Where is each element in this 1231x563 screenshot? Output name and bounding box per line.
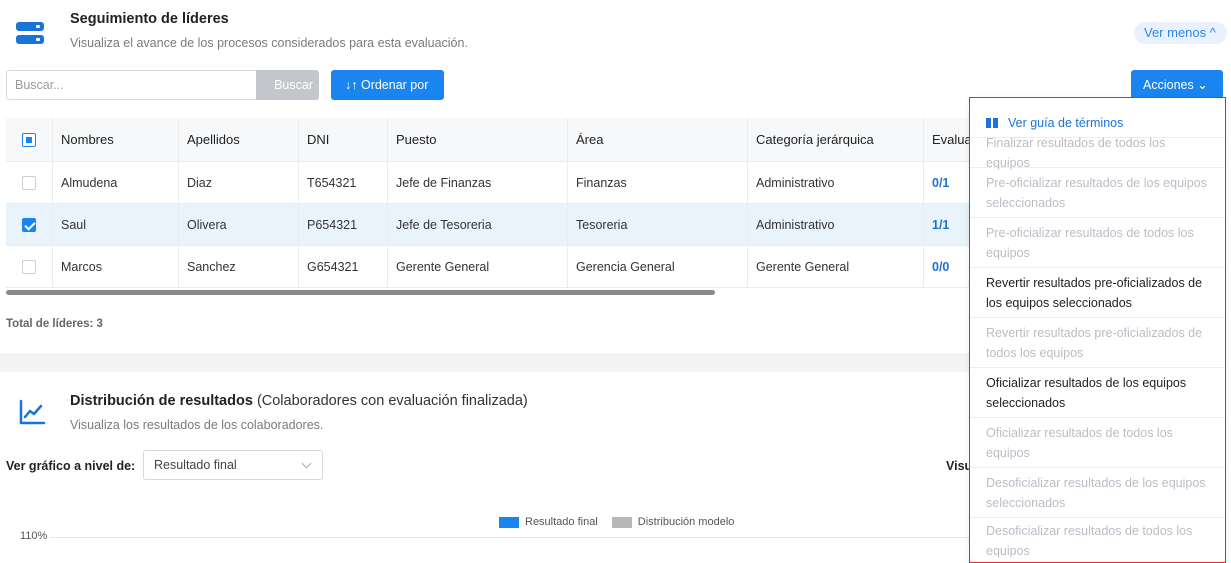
cell-area: Gerencia General xyxy=(567,246,747,287)
cell-categoria: Administrativo xyxy=(747,162,923,203)
column-header-nombres[interactable]: Nombres xyxy=(52,118,178,161)
row-select-cell[interactable] xyxy=(6,246,52,287)
legend-label-distribucion-modelo: Distribución modelo xyxy=(637,516,735,528)
distribution-subtitle: Visualiza los resultados de los colabora… xyxy=(70,418,324,432)
column-header-evaluacion[interactable]: Evaluac xyxy=(923,118,970,161)
cell-evaluacion-link[interactable]: 1/1 xyxy=(923,204,970,245)
legend-swatch-resultado-final xyxy=(499,516,519,528)
cell-categoria: Gerente General xyxy=(747,246,923,287)
table-row[interactable]: Saul Olivera P654321 Jefe de Tesoreria T… xyxy=(6,204,970,246)
cell-apellido: Diaz xyxy=(178,162,298,203)
distribution-title-main: Distribución de resultados xyxy=(70,393,253,409)
chart-level-select[interactable]: Resultado final xyxy=(143,450,323,480)
row-checkbox[interactable] xyxy=(22,175,36,190)
legend-swatch-distribucion-modelo xyxy=(611,516,632,528)
ver-menos-toggle[interactable]: Ver menos ^ xyxy=(1134,22,1227,44)
cell-dni: G654321 xyxy=(298,246,387,287)
book-icon xyxy=(986,117,998,128)
cell-apellido: Sanchez xyxy=(178,246,298,287)
column-header-apellidos[interactable]: Apellidos xyxy=(178,118,298,161)
page-subtitle: Visualiza el avance de los procesos cons… xyxy=(70,36,468,50)
chevron-down-icon xyxy=(301,458,312,469)
column-header-categoria[interactable]: Categoría jerárquica xyxy=(747,118,923,161)
cell-dni: P654321 xyxy=(298,204,387,245)
chart-level-label: Ver gráfico a nivel de: xyxy=(6,459,136,473)
menu-item-label: Ver guía de términos xyxy=(1008,115,1124,130)
cell-evaluacion-link[interactable]: 0/1 xyxy=(923,162,970,203)
table-row[interactable]: Almudena Diaz T654321 Jefe de Finanzas F… xyxy=(6,162,970,204)
column-header-puesto[interactable]: Puesto xyxy=(387,118,567,161)
distribution-title: Distribución de resultados (Colaboradore… xyxy=(70,393,528,409)
leaders-table: Nombres Apellidos DNI Puesto Área Catego… xyxy=(6,118,970,290)
table-horizontal-scrollbar[interactable] xyxy=(6,290,715,295)
chart-gridline xyxy=(50,537,970,538)
menu-item-revertir-todos[interactable]: Revertir resultados pre-oficializados de… xyxy=(970,318,1225,368)
menu-item-oficializar-todos[interactable]: Oficializar resultados de todos los equi… xyxy=(970,418,1225,468)
select-all-cell[interactable] xyxy=(6,118,52,161)
menu-item-desoficializar-seleccionados[interactable]: Desoficializar resultados de los equipos… xyxy=(970,468,1225,518)
page-title: Seguimiento de líderes xyxy=(70,11,229,27)
line-chart-icon xyxy=(19,399,46,425)
actions-dropdown-button[interactable]: Acciones ⌄ xyxy=(1131,70,1223,100)
cell-nombre: Saul xyxy=(52,204,178,245)
cell-categoria: Administrativo xyxy=(747,204,923,245)
y-axis-tick: 110% xyxy=(20,530,48,542)
legend-label-resultado-final: Resultado final xyxy=(525,516,598,528)
menu-item-revertir-seleccionados[interactable]: Revertir resultados pre-oficializados de… xyxy=(970,268,1225,318)
order-by-button[interactable]: ↓↑ Ordenar por xyxy=(331,70,444,100)
distribution-title-note: (Colaboradores con evaluación finalizada… xyxy=(256,393,528,409)
cell-dni: T654321 xyxy=(298,162,387,203)
cell-area: Finanzas xyxy=(567,162,747,203)
table-header-row: Nombres Apellidos DNI Puesto Área Catego… xyxy=(6,118,970,162)
total-leaders-count: Total de líderes: 3 xyxy=(6,318,103,330)
table-row[interactable]: Marcos Sanchez G654321 Gerente General G… xyxy=(6,246,970,288)
cell-area: Tesoreria xyxy=(567,204,747,245)
row-checkbox[interactable] xyxy=(22,217,36,232)
cell-evaluacion-link[interactable]: 0/0 xyxy=(923,246,970,287)
search-input[interactable]: Buscar... xyxy=(6,70,257,100)
cell-puesto: Gerente General xyxy=(387,246,567,287)
row-select-cell[interactable] xyxy=(6,162,52,203)
column-header-dni[interactable]: DNI xyxy=(298,118,387,161)
row-select-cell[interactable] xyxy=(6,204,52,245)
menu-item-desoficializar-todos[interactable]: Desoficializar resultados de todos los e… xyxy=(970,518,1225,562)
section-divider xyxy=(0,354,970,372)
menu-item-oficializar-seleccionados[interactable]: Oficializar resultados de los equipos se… xyxy=(970,368,1225,418)
chart-legend: Resultado final Distribución modelo xyxy=(499,516,734,528)
menu-item-preoficializar-seleccionados[interactable]: Pre-oficializar resultados de los equipo… xyxy=(970,168,1225,218)
select-all-checkbox[interactable] xyxy=(22,132,36,147)
cell-puesto: Jefe de Finanzas xyxy=(387,162,567,203)
cell-nombre: Almudena xyxy=(52,162,178,203)
actions-menu: Ver guía de términos Finalizar resultado… xyxy=(969,97,1226,563)
search-button[interactable]: Buscar xyxy=(256,70,319,100)
menu-item-preoficializar-todos[interactable]: Pre-oficializar resultados de todos los … xyxy=(970,218,1225,268)
menu-item-finalizar-todos[interactable]: Finalizar resultados de todos los equipo… xyxy=(970,136,1225,170)
chart-level-value: Resultado final xyxy=(154,458,237,472)
leaders-tracking-icon xyxy=(16,22,44,48)
row-checkbox[interactable] xyxy=(22,259,36,274)
cell-apellido: Olivera xyxy=(178,204,298,245)
cell-nombre: Marcos xyxy=(52,246,178,287)
column-header-area[interactable]: Área xyxy=(567,118,747,161)
cell-puesto: Jefe de Tesoreria xyxy=(387,204,567,245)
visualize-label: Visu xyxy=(946,459,970,473)
